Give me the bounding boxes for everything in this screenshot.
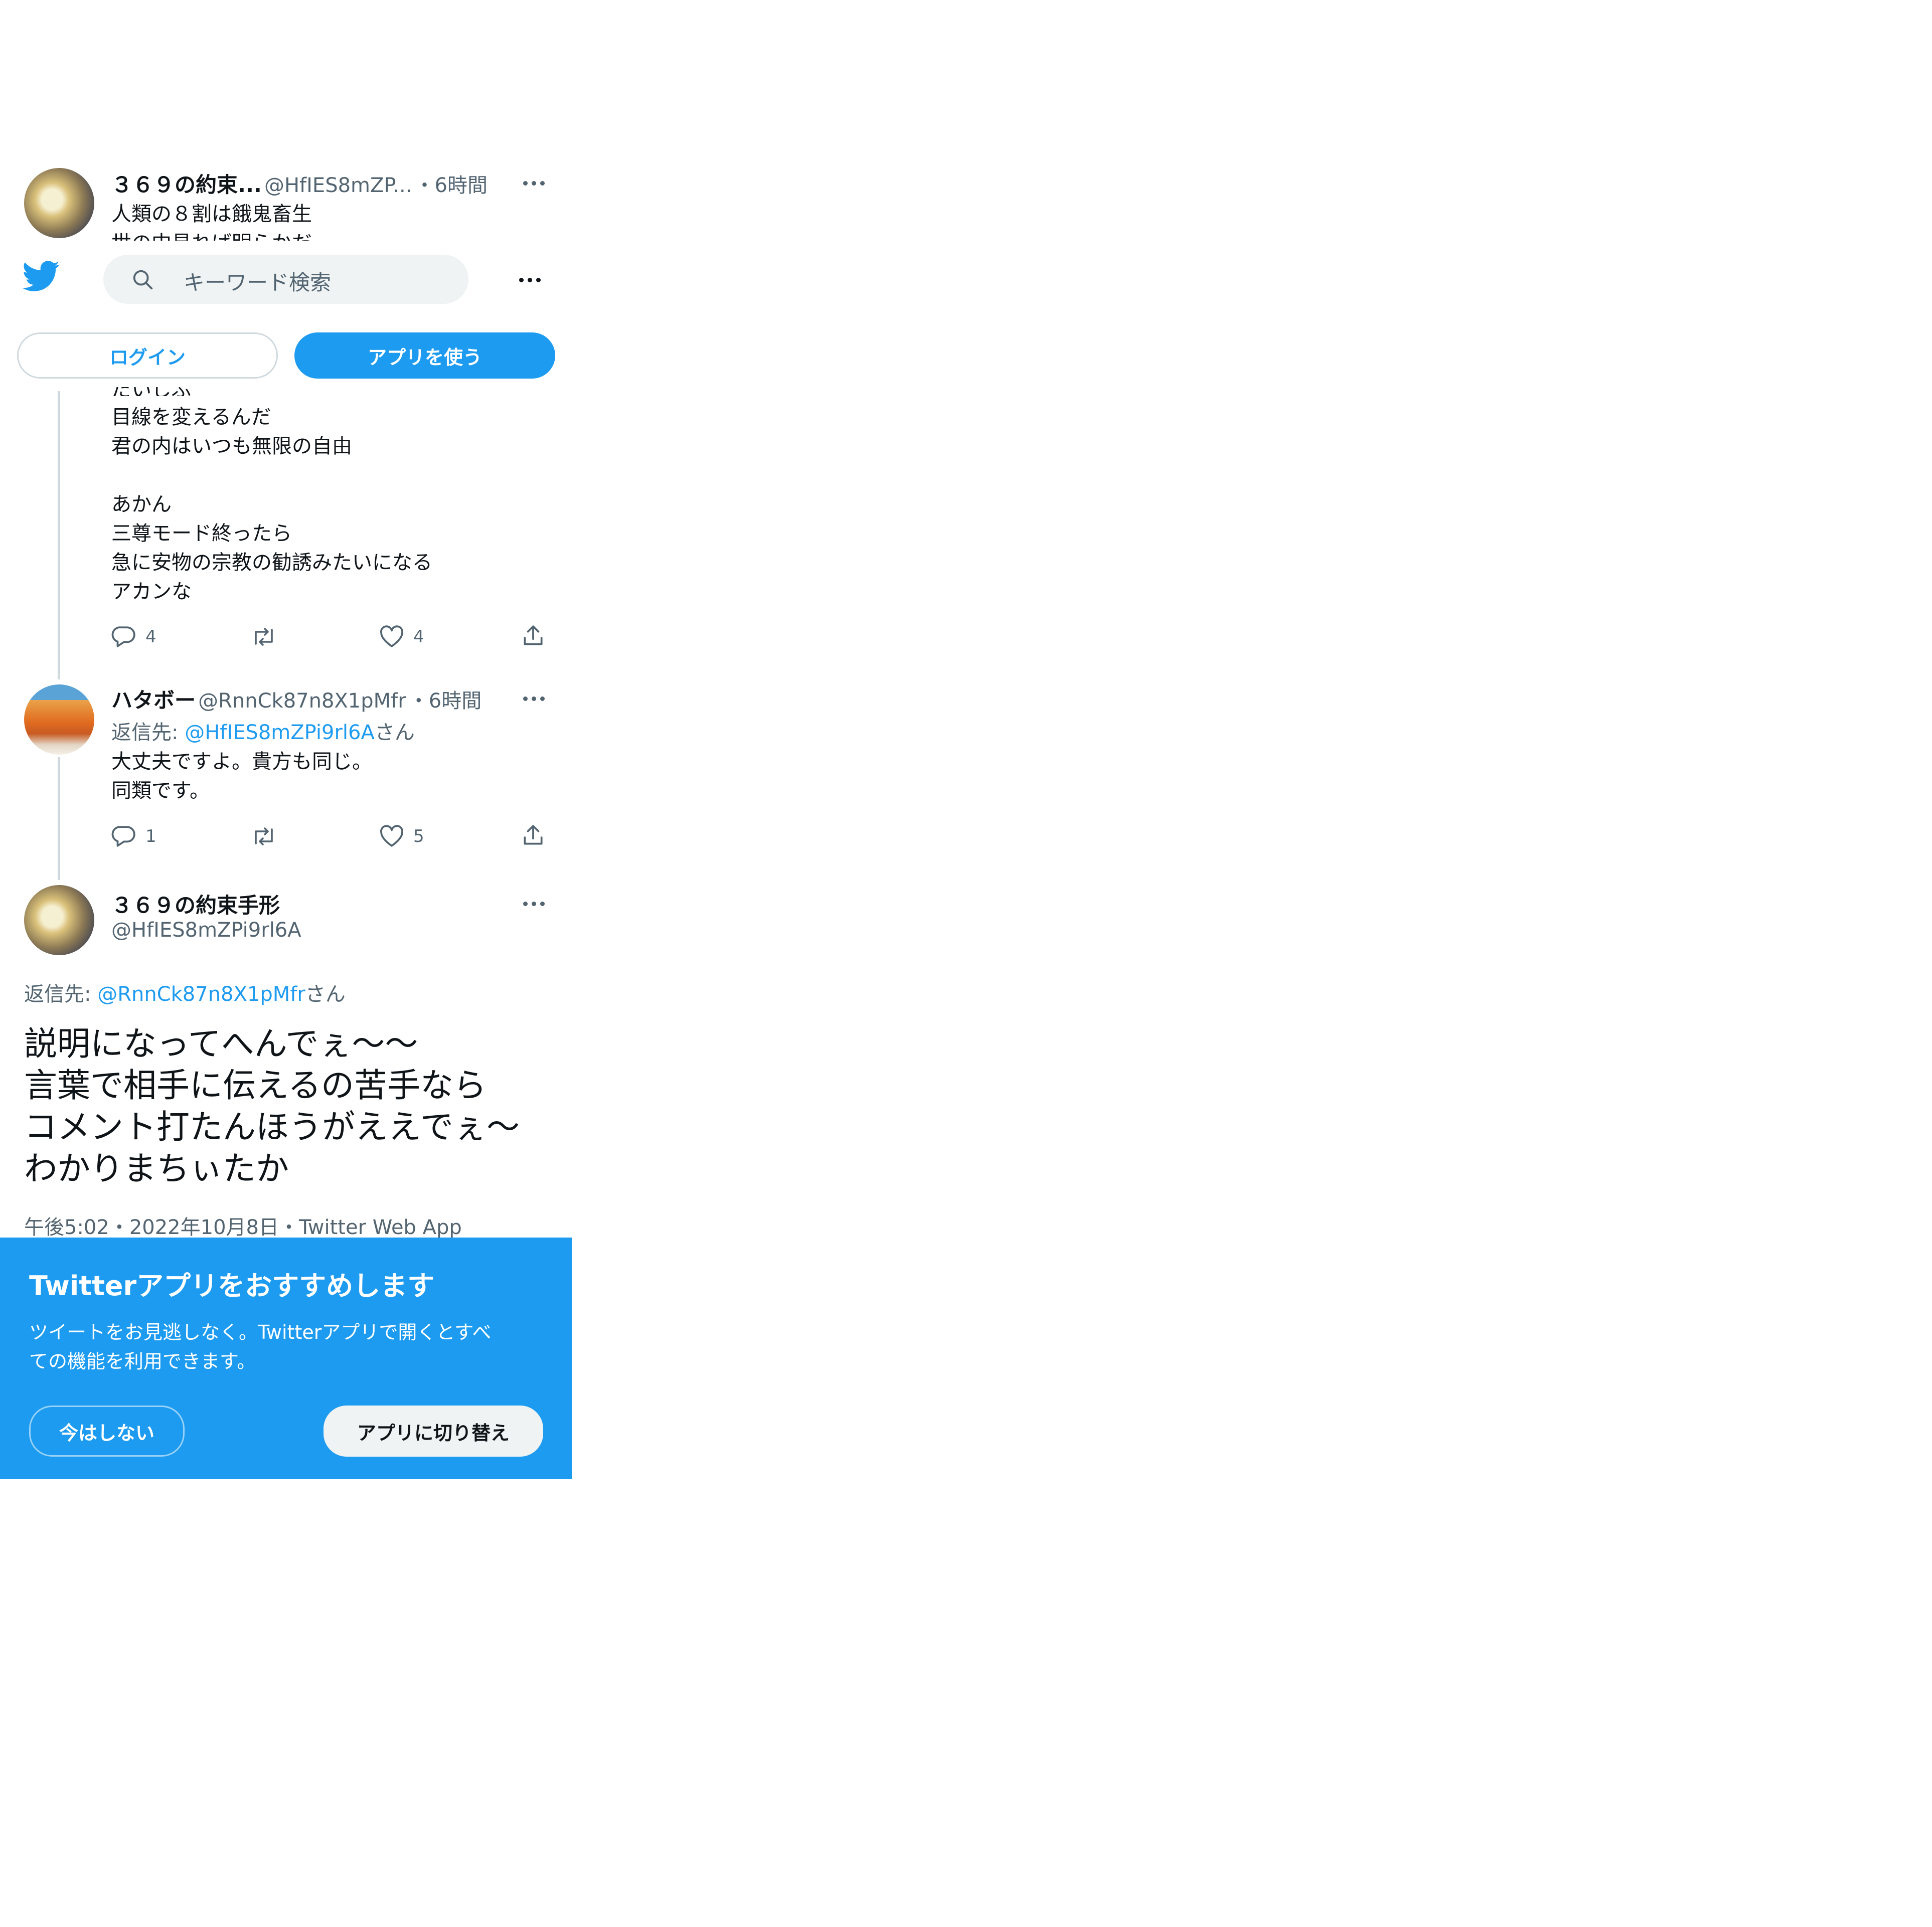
heart-icon (380, 825, 403, 847)
reply-count: 1 (145, 826, 156, 846)
heart-icon (380, 625, 403, 647)
tweet-text-line: コメント打たんほうがええでぇ～ (24, 1108, 520, 1146)
reply-icon (111, 826, 135, 847)
reply-prefix: 返信先: (111, 721, 185, 744)
tweet-text-line: だいじぶ (111, 387, 192, 396)
top-header: キーワード検索 (0, 241, 572, 326)
reply-icon (111, 626, 135, 647)
reply-mention-link[interactable]: @HfIES8mZPi9rl6A (185, 721, 375, 744)
handle[interactable]: @HfIES8mZP... (264, 174, 412, 197)
use-app-button[interactable]: アプリを使う (294, 332, 555, 379)
tweet-text: 大丈夫ですよ。貴方も同じ。 同類です。 (111, 747, 372, 805)
banner-title: Twitterアプリをおすすめします (29, 1270, 435, 1302)
twitter-logo-icon[interactable] (23, 261, 60, 292)
dismiss-button[interactable]: 今はしない (29, 1406, 185, 1457)
like-button[interactable]: 4 (379, 625, 424, 648)
reply-button[interactable]: 4 (111, 625, 156, 648)
display-name[interactable]: ３６９の約束... (111, 172, 262, 197)
search-placeholder: キーワード検索 (184, 270, 332, 295)
tweet-text-line: 三尊モード終ったら (111, 522, 292, 545)
reply-suffix: さん (305, 983, 346, 1006)
like-count: 5 (413, 826, 424, 846)
reply-mention-link[interactable]: @RnnCk87n8X1pMfr (97, 983, 305, 1006)
share-button[interactable] (521, 823, 546, 848)
banner-body-line: ツイートをお見逃しなく。Twitterアプリで開くとすべ (29, 1321, 492, 1343)
twitter-mobile-page: ３６９の約束... @HfIES8mZP... ・6時間 人類の８割は餓鬼畜生 … (0, 0, 572, 1479)
tweet-text: 目線を変えるんだ 君の内はいつも無限の自由 あかん 三尊モード終ったら 急に安物… (111, 403, 432, 606)
handle[interactable]: @RnnCk87n8X1pMfr (198, 689, 406, 713)
tweet-text-line: わかりまちぃたか (24, 1149, 289, 1188)
like-count: 4 (413, 627, 424, 647)
share-button[interactable] (521, 623, 546, 648)
search-input[interactable]: キーワード検索 (103, 255, 468, 304)
reply-count: 4 (145, 627, 156, 647)
tweet-header: ハタボー @RnnCk87n8X1pMfr ・6時間 (111, 683, 481, 714)
avatar[interactable] (24, 168, 94, 238)
reply-prefix: 返信先: (24, 983, 98, 1006)
main-tweet-text: 説明になってへんでぇ～～ 言葉で相手に伝えるの苦手なら コメント打たんほうがええ… (24, 1023, 520, 1189)
reply-context: 返信先: @RnnCk87n8X1pMfrさん (24, 978, 346, 1007)
switch-app-button[interactable]: アプリに切り替え (324, 1406, 543, 1457)
more-icon[interactable] (523, 693, 548, 704)
tweet-text-line: あかん (111, 493, 172, 516)
tweet-text-line: 君の内はいつも無限の自由 (111, 435, 352, 458)
more-icon[interactable] (523, 178, 548, 188)
tweet-text-line: 言葉で相手に伝えるの苦手なら (24, 1066, 487, 1105)
reply-button[interactable]: 1 (111, 825, 156, 848)
retweet-icon (255, 628, 273, 646)
tweet-text-line: 大丈夫ですよ。貴方も同じ。 (111, 750, 372, 773)
tweet-text-line: アカンな (111, 580, 192, 603)
share-icon (524, 825, 543, 845)
auth-bar: ログイン アプリを使う (0, 326, 572, 389)
banner-body: ツイートをお見逃しなく。Twitterアプリで開くとすべ ての機能を利用できます… (29, 1318, 492, 1376)
tweet-meta[interactable]: 午後5:02・2022年10月8日・Twitter Web App (24, 1211, 462, 1240)
tweet-text-line: 目線を変えるんだ (111, 406, 271, 429)
retweet-button[interactable] (251, 825, 277, 848)
retweet-icon (255, 827, 273, 845)
reply-suffix: さん (374, 721, 415, 744)
thread-line (58, 757, 60, 880)
timestamp[interactable]: ・6時間 (415, 174, 488, 197)
timestamp[interactable]: ・6時間 (409, 689, 481, 713)
login-button[interactable]: ログイン (17, 332, 278, 379)
reply-context: 返信先: @HfIES8mZPi9rl6Aさん (111, 716, 415, 745)
tweet-text-line: 同類です。 (111, 779, 210, 802)
tweet-text-line (111, 461, 432, 490)
display-name[interactable]: ハタボー (111, 688, 196, 713)
more-icon[interactable] (523, 899, 548, 909)
handle[interactable]: @HfIES8mZPi9rl6A (111, 919, 301, 942)
tweet-header: ３６９の約束... @HfIES8mZP... ・6時間 (111, 168, 488, 199)
retweet-button[interactable] (251, 625, 277, 648)
display-name[interactable]: ３６９の約束手形 (111, 889, 280, 919)
app-banner: Twitterアプリをおすすめします ツイートをお見逃しなく。Twitterアプ… (0, 1238, 572, 1479)
avatar[interactable] (24, 885, 94, 955)
more-icon[interactable] (519, 275, 544, 285)
share-icon (524, 625, 543, 645)
tweet-text-line: 人類の８割は餓鬼畜生 (111, 203, 312, 226)
banner-body-line: ての機能を利用できます。 (29, 1350, 256, 1372)
tweet-text-line: 急に安物の宗教の勧誘みたいになる (111, 551, 432, 574)
avatar[interactable] (24, 684, 94, 755)
thread-line (58, 391, 60, 679)
like-button[interactable]: 5 (379, 825, 424, 848)
search-icon (133, 270, 153, 290)
tweet-text-line: 説明になってへんでぇ～～ (24, 1024, 418, 1063)
